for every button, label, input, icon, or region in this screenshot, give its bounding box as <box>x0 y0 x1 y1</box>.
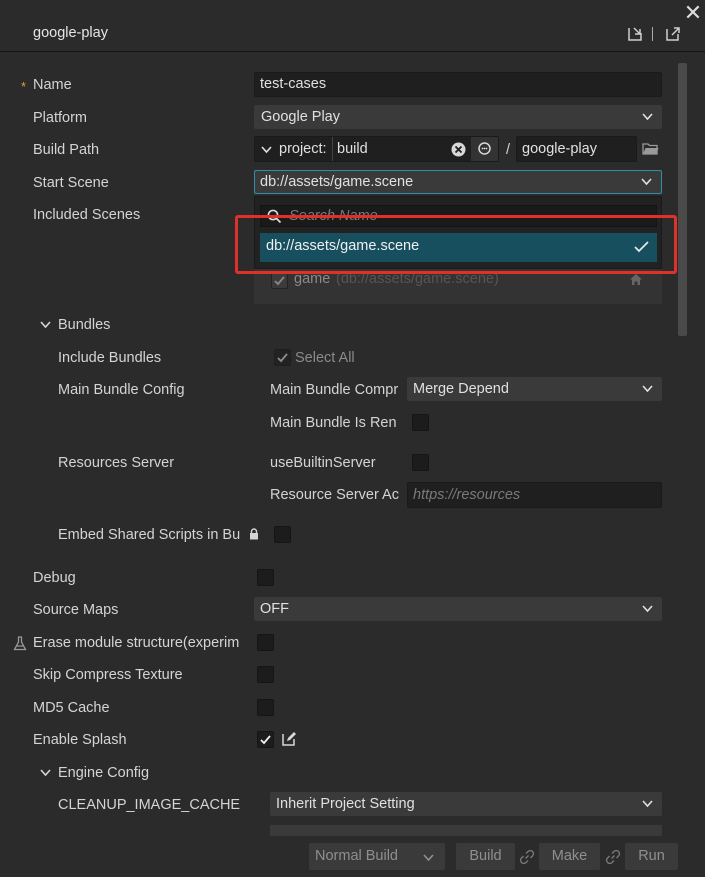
enable-splash-checkbox[interactable] <box>257 731 274 748</box>
platform-label: Platform <box>33 110 87 126</box>
footer-bar: Normal Build Build Make Run <box>0 836 705 877</box>
chevron-down-icon <box>423 854 434 862</box>
home-icon <box>630 274 642 285</box>
main-bundle-compression-select[interactable]: Merge Depend <box>407 377 662 401</box>
chevron-down-icon[interactable] <box>261 145 272 154</box>
prefix-divider <box>332 137 333 161</box>
included-scenes-label: Included Scenes <box>33 207 141 223</box>
required-marker: * <box>21 79 27 94</box>
chevron-down-icon <box>642 605 653 613</box>
resource-server-address-input[interactable]: https://resources <box>407 482 662 508</box>
source-maps-select[interactable]: OFF <box>254 597 662 621</box>
start-scene-select[interactable]: db://assets/game.scene <box>254 170 662 194</box>
resource-server-address-label: Resource Server Ac <box>270 487 399 503</box>
start-scene-label: Start Scene <box>33 175 109 191</box>
name-input[interactable]: test-cases <box>254 72 662 97</box>
use-builtin-server-label: useBuiltinServer <box>270 455 376 471</box>
make-button[interactable]: Make <box>539 843 600 870</box>
include-bundles-label: Include Bundles <box>58 350 162 366</box>
check-icon <box>274 276 285 286</box>
cleanup-value: Inherit Project Setting <box>276 796 415 812</box>
build-path-input[interactable]: project: build <box>254 136 499 162</box>
md5-cache-label: MD5 Cache <box>33 700 110 716</box>
use-builtin-server-checkbox[interactable] <box>412 454 429 471</box>
check-icon <box>277 353 288 363</box>
skip-compress-label: Skip Compress Texture <box>33 667 183 683</box>
flask-icon <box>13 636 27 651</box>
main-bundle-is-remote-label: Main Bundle Is Ren <box>270 415 397 431</box>
resource-server-placeholder: https://resources <box>413 487 521 503</box>
edit-icon[interactable] <box>281 731 297 747</box>
build-path-prefix: project: <box>279 141 327 157</box>
build-mode-value: Normal Build <box>315 848 398 864</box>
enable-splash-label: Enable Splash <box>33 732 127 748</box>
build-button[interactable]: Build <box>456 843 515 870</box>
header-divider <box>652 27 653 41</box>
export-icon[interactable] <box>664 25 682 43</box>
chevron-down-icon <box>642 800 653 808</box>
platform-select[interactable]: Google Play <box>254 105 662 129</box>
erase-module-label: Erase module structure(experim <box>33 635 240 651</box>
start-scene-value: db://assets/game.scene <box>260 174 414 190</box>
build-mode-select[interactable]: Normal Build <box>309 843 445 870</box>
select-all-label: Select All <box>295 350 355 366</box>
build-path-label: Build Path <box>33 142 100 158</box>
search-path-button[interactable] <box>471 137 498 161</box>
chevron-down-icon <box>641 178 652 186</box>
compression-value: Merge Depend <box>413 381 509 397</box>
debug-label: Debug <box>33 570 76 586</box>
name-label: Name <box>33 77 72 93</box>
window-title: google-play <box>33 25 108 41</box>
source-maps-label: Source Maps <box>33 602 119 618</box>
title-bar: google-play <box>0 0 705 52</box>
link-icon[interactable] <box>519 849 535 865</box>
chevron-down-icon <box>642 385 653 393</box>
debug-checkbox[interactable] <box>257 569 274 586</box>
chevron-down-icon[interactable] <box>40 768 51 777</box>
select-all-checkbox[interactable] <box>274 349 291 366</box>
scrollbar[interactable] <box>678 63 687 336</box>
link-icon[interactable] <box>605 849 621 865</box>
engine-config-section-label[interactable]: Engine Config <box>58 765 149 781</box>
erase-module-checkbox[interactable] <box>257 634 274 651</box>
build-panel: google-play ✕ * Name test-cases Platform… <box>0 0 705 877</box>
chevron-down-icon <box>642 113 653 121</box>
build-path-value: build <box>337 141 368 157</box>
lock-icon <box>250 528 258 540</box>
folder-icon[interactable] <box>642 142 659 156</box>
close-icon[interactable]: ✕ <box>683 2 703 25</box>
check-icon <box>260 735 271 745</box>
cleanup-image-cache-select[interactable]: Inherit Project Setting <box>270 792 662 816</box>
main-bundle-config-label: Main Bundle Config <box>58 382 185 398</box>
bundles-section-label[interactable]: Bundles <box>58 317 110 333</box>
clear-icon[interactable] <box>451 142 466 157</box>
resources-server-label: Resources Server <box>58 455 175 471</box>
path-separator: / <box>506 142 511 158</box>
md5-cache-checkbox[interactable] <box>257 699 274 716</box>
embed-shared-scripts-label: Embed Shared Scripts in Bu <box>58 527 241 543</box>
main-bundle-is-remote-checkbox[interactable] <box>412 414 429 431</box>
main-bundle-compression-label: Main Bundle Compr <box>270 382 399 398</box>
search-icon <box>478 142 491 155</box>
run-button[interactable]: Run <box>625 843 678 870</box>
highlight-box <box>235 215 677 274</box>
chevron-down-icon[interactable] <box>40 320 51 329</box>
cleanup-image-cache-label: CLEANUP_IMAGE_CACHE <box>58 797 241 813</box>
skip-compress-checkbox[interactable] <box>257 666 274 683</box>
build-folder-input[interactable]: google-play <box>516 136 637 162</box>
embed-shared-scripts-checkbox[interactable] <box>274 526 291 543</box>
scene-checkbox[interactable] <box>271 272 288 289</box>
source-maps-value: OFF <box>260 601 289 617</box>
platform-value: Google Play <box>261 109 340 125</box>
import-icon[interactable] <box>626 25 644 43</box>
